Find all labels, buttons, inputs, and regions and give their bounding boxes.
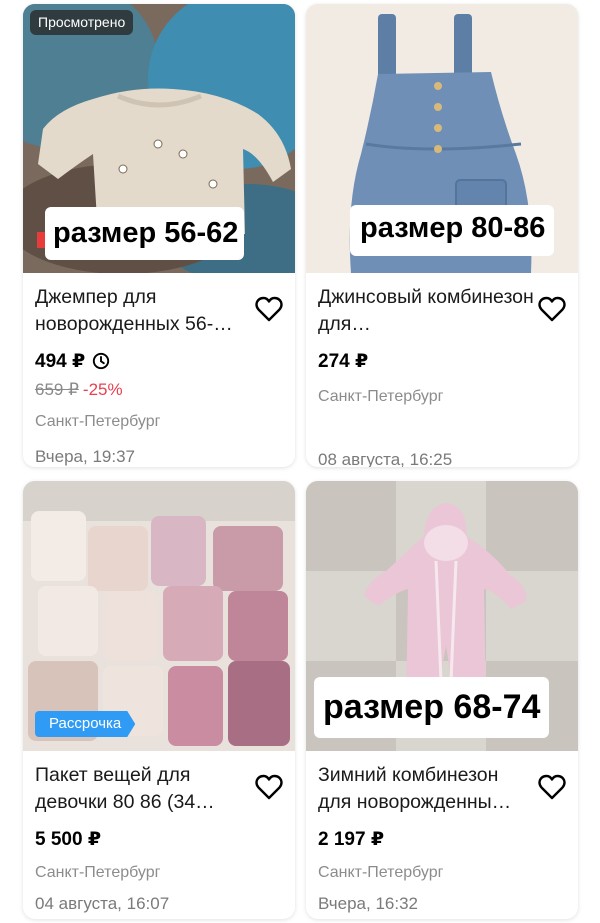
listing-grid: Просмотрено размер 56-62 Джемпер для нов… (0, 0, 600, 923)
listing-title[interactable]: Джинсовый комбинезон для… (318, 284, 536, 338)
location: Санкт-Петербург (318, 864, 444, 881)
price: 274 ₽ (318, 350, 369, 372)
price-row: 274 ₽ (318, 349, 566, 373)
location: Санкт-Петербург (318, 388, 444, 405)
listing-title[interactable]: Зимний комбинезон для новорожденны… (318, 762, 536, 816)
listing-info: Пакет вещей для девочки 80 86 (34… 5 500… (23, 762, 295, 914)
price-row: 5 500 ₽ (35, 827, 283, 851)
listing-photo[interactable]: размер 80-86 (306, 4, 578, 273)
size-label: размер 68-74 (314, 677, 550, 738)
location: Санкт-Петербург (35, 413, 161, 430)
price-row: 494 ₽ (35, 349, 283, 373)
listing-photo[interactable]: размер 68-74 (306, 481, 578, 751)
size-label: размер 80-86 (350, 205, 555, 256)
price-row: 2 197 ₽ (318, 827, 566, 851)
discount: -25% (82, 380, 123, 399)
installment-badge: Рассрочка (35, 711, 136, 737)
listing-info: Джинсовый комбинезон для… 274 ₽ Санкт-Пе… (306, 284, 578, 467)
listing-photo[interactable]: Просмотрено размер 56-62 (23, 4, 295, 273)
listing-title[interactable]: Пакет вещей для девочки 80 86 (34… (35, 762, 253, 816)
listing-photo[interactable]: Рассрочка (23, 481, 295, 751)
posted-date: Вчера, 19:37 (35, 447, 135, 466)
listing-card[interactable]: Просмотрено размер 56-62 Джемпер для нов… (23, 4, 295, 467)
viewed-badge: Просмотрено (30, 10, 134, 35)
heart-icon[interactable] (255, 296, 283, 322)
clothes-bundle-photo (23, 481, 295, 751)
size-label: размер 56-62 (45, 207, 245, 260)
clock-icon (93, 352, 110, 370)
listing-info: Зимний комбинезон для новорожденны… 2 19… (306, 762, 578, 914)
posted-date: 08 августа, 16:25 (318, 450, 453, 467)
heart-icon[interactable] (538, 774, 566, 800)
price: 5 500 ₽ (35, 828, 102, 850)
price: 494 ₽ (35, 350, 86, 372)
location: Санкт-Петербург (35, 864, 161, 881)
posted-date: 04 августа, 16:07 (35, 894, 170, 913)
listing-card[interactable]: размер 68-74 Зимний комбинезон для новор… (306, 481, 578, 919)
old-price-row: 659 ₽ -25% (35, 380, 283, 400)
listing-card[interactable]: размер 80-86 Джинсовый комбинезон для… 2… (306, 4, 578, 467)
old-price: 659 ₽ (35, 380, 79, 399)
listing-title[interactable]: Джемпер для новорожденных 56-… (35, 284, 253, 338)
heart-icon[interactable] (255, 774, 283, 800)
listing-info: Джемпер для новорожденных 56-… 494 ₽ 659… (23, 284, 295, 467)
posted-date: Вчера, 16:32 (318, 894, 418, 913)
price: 2 197 ₽ (318, 828, 385, 850)
heart-icon[interactable] (538, 296, 566, 322)
listing-card[interactable]: Рассрочка Пакет вещей для девочки 80 86 … (23, 481, 295, 919)
